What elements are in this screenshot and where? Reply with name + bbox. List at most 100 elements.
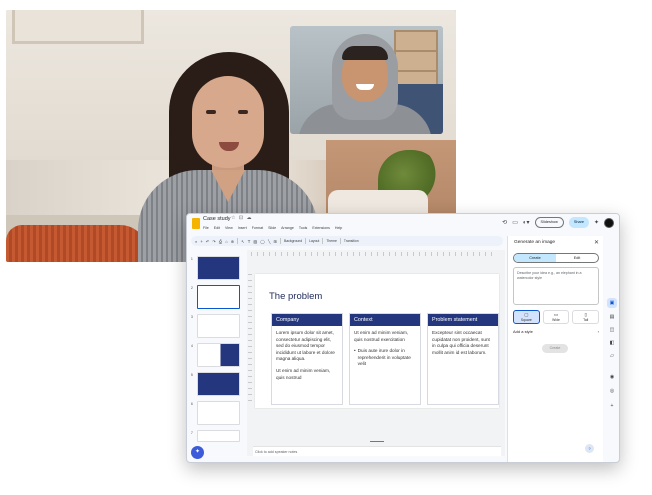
menu-bar: File Edit View Insert Format Slide Arrange Tool… (203, 226, 342, 230)
aspect-label: Square (520, 318, 532, 322)
speaker-notes[interactable]: Click to add speaker notes (253, 446, 501, 456)
menu-item-extensions[interactable]: Extensions (312, 226, 330, 230)
thumbnail-number: 4 (191, 344, 193, 348)
menu-item-help[interactable]: Help (335, 226, 342, 230)
image-icon[interactable]: ▨ (253, 239, 257, 244)
shape-icon[interactable]: ◯ (260, 239, 265, 244)
plus-icon[interactable]: + (607, 401, 617, 411)
comment-add-icon[interactable]: ⊞ (274, 239, 278, 244)
video-tile-pip (290, 26, 443, 134)
contacts-icon[interactable]: ◧ (607, 338, 617, 348)
menu-item-insert[interactable]: Insert (238, 226, 247, 230)
tab-create[interactable]: Create (514, 254, 556, 262)
thumbnail-number: 7 (191, 431, 193, 435)
meet-icon[interactable]: ◐▾ (523, 220, 530, 226)
comment-icon[interactable]: ▭ (512, 220, 518, 226)
thumbnail-image (197, 343, 240, 367)
zoom-icon[interactable]: ⊕ (231, 239, 235, 244)
menu-item-file[interactable]: File (203, 226, 209, 230)
slides-logo-icon[interactable] (192, 218, 200, 229)
line-icon[interactable]: ╲ (268, 239, 271, 244)
orange-pillow (6, 225, 148, 262)
pip-hair (342, 46, 388, 60)
redo-icon[interactable]: ↷ (212, 239, 216, 244)
drive-icon[interactable]: ▱ (607, 351, 617, 361)
document-title[interactable]: Case study (203, 216, 231, 222)
pip-shelf-line (394, 50, 438, 52)
background-button[interactable]: Background (284, 239, 302, 243)
image-gen-icon[interactable]: ▣ (607, 298, 617, 308)
share-button[interactable]: Share (568, 217, 589, 228)
aspect-wide-button[interactable]: ▭ Wide (542, 310, 570, 324)
column-context[interactable]: Context Ut enim ad minim veniam, quis no… (349, 313, 421, 405)
column-paragraph: Ut enim ad minim veniam, quis nostrud ex… (354, 330, 409, 342)
pip-shelf-line (394, 70, 438, 72)
menu-item-edit[interactable]: Edit (214, 226, 220, 230)
maps-icon[interactable]: ◉ (607, 372, 617, 382)
mode-toggle: Create Edit (513, 253, 599, 263)
close-icon[interactable]: ✕ (594, 239, 599, 246)
composite-screenshot: Case study ☆ ⊡ ☁ File Edit View Insert Forma… (0, 0, 652, 495)
tab-edit[interactable]: Edit (556, 254, 598, 262)
column-paragraph: Lorem ipsum dolor sit amet, consectetur … (276, 330, 335, 362)
participant-eye (206, 110, 216, 114)
slide-thumbnail[interactable]: 1 (189, 256, 243, 280)
column-problem-statement[interactable]: Problem statement Excepteur sint occaeca… (427, 313, 499, 405)
slide-thumbnail[interactable]: 6 (189, 401, 243, 425)
add-style-dropdown[interactable]: Add a style › (513, 329, 599, 334)
print-icon[interactable]: ⎙ (219, 239, 222, 244)
generate-image-panel: Generate an image ✕ Create Edit Describe… (507, 236, 603, 462)
notes-resize-handle[interactable] (370, 441, 384, 442)
undo-icon[interactable]: ↶ (206, 239, 210, 244)
transition-button[interactable]: Transition (344, 239, 359, 243)
slide-thumbnail[interactable]: 7 (189, 430, 243, 442)
keep-icon[interactable]: ▤ (607, 312, 617, 322)
slide-thumbnail[interactable]: 3 (189, 314, 243, 338)
star-icon[interactable]: ☆ ⊡ ☁ (231, 215, 252, 221)
title-bar-actions: ⟲ ▭ ◐▾ Slideshow Share ✦ (502, 217, 614, 228)
slide-thumbnail[interactable]: 4 (189, 343, 243, 367)
menu-item-view[interactable]: View (225, 226, 233, 230)
tasks-icon[interactable]: ◫ (607, 325, 617, 335)
thumbnail-image (197, 285, 240, 309)
vertical-ruler (248, 274, 252, 404)
prompt-input[interactable]: Describe your idea e.g., an elephant in … (513, 267, 599, 305)
text-box-icon[interactable]: T (248, 239, 251, 244)
menu-item-slide[interactable]: Slide (268, 226, 276, 230)
wall-frame (12, 10, 144, 44)
add-ons-icon[interactable]: ◎ (607, 386, 617, 396)
horizontal-ruler (251, 252, 497, 256)
gemini-icon[interactable]: ✦ (594, 220, 599, 226)
help-icon[interactable]: ? (585, 444, 594, 453)
slide-thumbnail[interactable]: 5 (189, 372, 243, 396)
title-bar: Case study ☆ ⊡ ☁ File Edit View Insert Forma… (187, 214, 619, 236)
search-icon[interactable]: ⌕ (195, 239, 197, 244)
theme-button[interactable]: Theme (326, 239, 337, 243)
slide-canvas[interactable]: The problem Company Lorem ipsum dolor si… (255, 274, 499, 408)
slideshow-button[interactable]: Slideshow (534, 217, 564, 228)
select-icon[interactable]: ↖ (241, 239, 245, 244)
aspect-tall-button[interactable]: ▯ Tall (572, 310, 600, 324)
history-icon[interactable]: ⟲ (502, 220, 507, 226)
layout-button[interactable]: Layout (309, 239, 319, 243)
slides-window: Case study ☆ ⊡ ☁ File Edit View Insert Forma… (186, 213, 620, 463)
thumbnail-image (197, 314, 240, 338)
menu-item-tools[interactable]: Tools (299, 226, 307, 230)
menu-item-arrange[interactable]: Arrange (281, 226, 294, 230)
paint-format-icon[interactable]: ⌂ (225, 239, 228, 244)
panel-title: Generate an image (514, 240, 556, 245)
avatar[interactable] (604, 217, 614, 228)
menu-item-format[interactable]: Format (252, 226, 263, 230)
thumbnail-number: 3 (191, 315, 193, 319)
column-header: Problem statement (428, 314, 498, 326)
column-company[interactable]: Company Lorem ipsum dolor sit amet, cons… (271, 313, 343, 405)
create-button[interactable]: Create (542, 344, 568, 353)
add-icon[interactable]: + (200, 239, 202, 244)
aspect-square-button[interactable]: ▢ Square (513, 310, 540, 324)
slide-title[interactable]: The problem (269, 291, 322, 302)
column-paragraph: Ut enim ad minim veniam, quis nostrud (276, 367, 331, 380)
slide-thumbnail[interactable]: 2 (189, 285, 243, 309)
gemini-fab-icon[interactable]: ✦ (191, 446, 204, 459)
toolbar-divider (305, 238, 307, 244)
column-paragraph: Excepteur sint occaecat cupidatat non pr… (432, 330, 490, 355)
